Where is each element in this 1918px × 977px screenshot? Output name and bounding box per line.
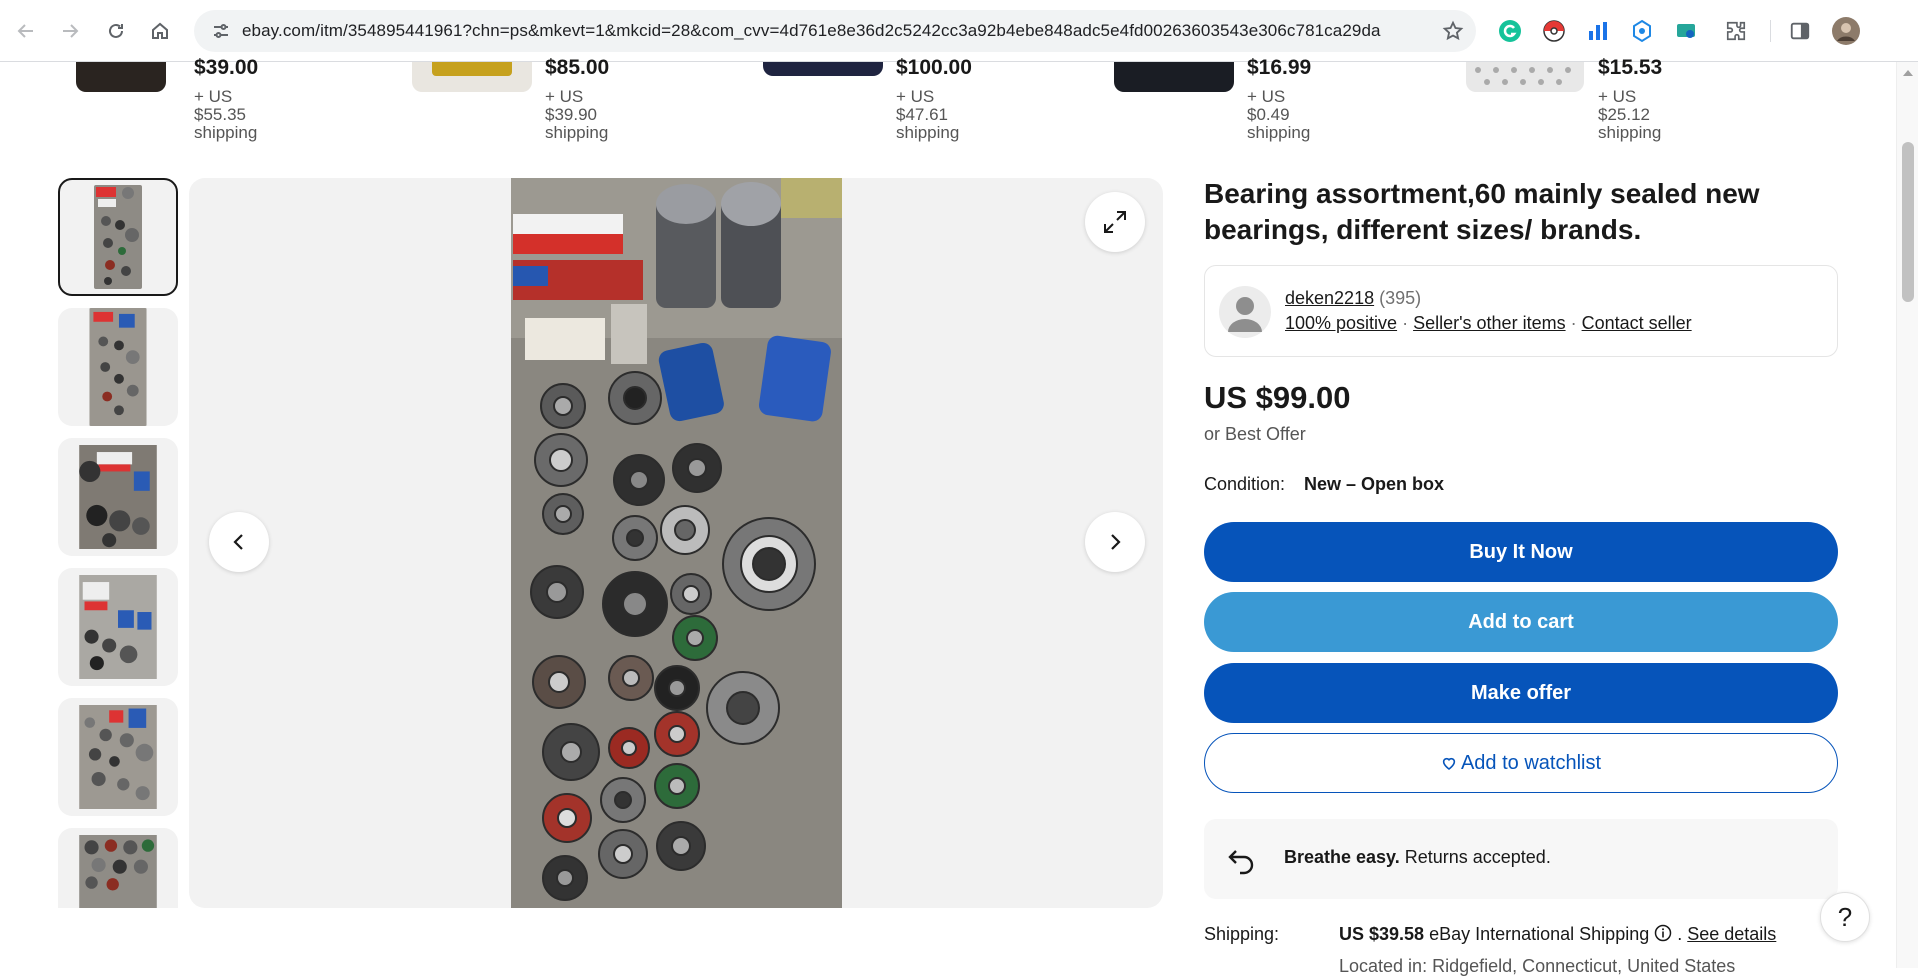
chevron-left-icon: [233, 534, 243, 550]
expand-icon: [1104, 211, 1126, 233]
seller-feedback-count: (395): [1379, 288, 1422, 308]
shipping-amount: US $39.58: [1339, 924, 1425, 944]
condition-value: New – Open box: [1304, 474, 1445, 494]
thumbnail[interactable]: [58, 828, 178, 908]
browser-toolbar: ebay.com/itm/354895441961?chn=ps&mkevt=1…: [0, 0, 1918, 62]
similar-item-price: $16.99: [1247, 56, 1312, 79]
similar-item-image[interactable]: [1114, 62, 1234, 92]
home-icon: [152, 22, 168, 39]
buy-it-now-button[interactable]: Buy It Now: [1204, 522, 1838, 582]
thumbnail-image: [79, 705, 157, 809]
thumbnail[interactable]: [58, 178, 178, 296]
scroll-up-arrow-icon[interactable]: [1903, 70, 1913, 76]
grammarly-extension-icon[interactable]: [1494, 15, 1526, 47]
image-viewer: [189, 178, 1163, 908]
similar-item-shipping: + US $55.35 shipping: [194, 87, 258, 142]
similar-item-shipping: + US $39.90 shipping: [545, 87, 609, 142]
chevron-right-icon: [1111, 534, 1121, 550]
add-to-cart-button[interactable]: Add to cart: [1204, 592, 1838, 652]
similar-item-image[interactable]: [412, 62, 532, 92]
thumbnail-image: [79, 575, 157, 679]
returns-text: Breathe easy. Returns accepted.: [1284, 847, 1551, 868]
reload-icon: [109, 23, 123, 38]
pokeball-extension-icon[interactable]: [1538, 15, 1570, 47]
contact-seller-link[interactable]: Contact seller: [1582, 313, 1692, 333]
back-button[interactable]: [6, 11, 46, 51]
scrollbar-thumb[interactable]: [1902, 142, 1914, 302]
shipping-label: Shipping:: [1204, 924, 1280, 944]
screen-extension-icon[interactable]: [1670, 15, 1702, 47]
toolbar-divider: [1770, 20, 1771, 42]
thumbnail-image: [89, 308, 147, 426]
page-scrollbar[interactable]: [1896, 62, 1918, 968]
side-panel-icon[interactable]: [1784, 15, 1816, 47]
main-product-image[interactable]: [511, 178, 842, 908]
expand-image-button[interactable]: [1085, 192, 1145, 252]
analytics-extension-icon[interactable]: [1582, 15, 1614, 47]
similar-item-shipping: + US $25.12 shipping: [1598, 87, 1662, 142]
shipping-method: eBay International Shipping: [1424, 924, 1655, 944]
returns-banner: Breathe easy. Returns accepted.: [1204, 819, 1838, 899]
add-to-watchlist-button[interactable]: Add to watchlist: [1204, 733, 1838, 793]
bookmark-star-icon[interactable]: [1430, 20, 1476, 42]
help-button[interactable]: ?: [1820, 892, 1870, 942]
home-button[interactable]: [140, 11, 180, 51]
heart-icon: [1442, 757, 1456, 770]
item-price: US $99.00: [1204, 380, 1351, 415]
item-location: Located in: Ridgefield, Connecticut, Uni…: [1339, 956, 1736, 976]
add-to-watchlist-label: Add to watchlist: [1460, 751, 1602, 774]
thumbnail-list: [58, 178, 180, 908]
thumbnail-image: [79, 445, 157, 549]
seller-links: 100% positive · Seller's other items · Conta…: [1285, 313, 1692, 334]
return-arrow-icon: [1228, 850, 1254, 875]
next-image-button[interactable]: [1085, 512, 1145, 572]
profile-avatar[interactable]: [1830, 15, 1862, 47]
forward-arrow-icon: [63, 24, 79, 38]
thumbnail-image: [94, 185, 142, 289]
thumbnail[interactable]: [58, 568, 178, 686]
thumbnail[interactable]: [58, 698, 178, 816]
info-icon[interactable]: [1654, 924, 1672, 942]
shipping-value: US $39.58 eBay International Shipping . …: [1339, 924, 1776, 945]
address-bar[interactable]: ebay.com/itm/354895441961?chn=ps&mkevt=1…: [194, 10, 1476, 52]
similar-item-image[interactable]: [763, 62, 883, 76]
see-details-link[interactable]: See details: [1687, 924, 1776, 944]
reload-button[interactable]: [96, 11, 136, 51]
seller-other-items-link[interactable]: Seller's other items: [1413, 313, 1566, 333]
best-offer-text: or Best Offer: [1204, 424, 1306, 444]
url-text[interactable]: ebay.com/itm/354895441961?chn=ps&mkevt=1…: [242, 21, 1430, 41]
thumbnail[interactable]: [58, 308, 178, 426]
thumbnail-image: [79, 835, 157, 908]
site-info-icon[interactable]: [200, 10, 242, 52]
period: .: [1672, 924, 1688, 944]
back-arrow-icon: [17, 24, 33, 38]
similar-items-strip: $39.00 + US $55.35 shipping $85.00 + US $…: [0, 56, 1896, 142]
seller-name-row: deken2218 (395): [1285, 288, 1421, 309]
seller-avatar[interactable]: [1219, 286, 1271, 338]
listing-title: Bearing assortment,60 mainly sealed new …: [1204, 178, 1760, 245]
separator-dot: ·: [1402, 313, 1409, 333]
similar-item-shipping: + US $47.61 shipping: [896, 87, 960, 142]
extensions-puzzle-icon[interactable]: [1720, 15, 1752, 47]
similar-item-price: $39.00: [194, 56, 259, 79]
similar-item-price: $85.00: [545, 56, 610, 79]
ai-extension-icon[interactable]: [1626, 15, 1658, 47]
seller-name-link[interactable]: deken2218: [1285, 288, 1374, 308]
returns-bold-text: Breathe easy.: [1284, 847, 1400, 867]
similar-item-image[interactable]: [76, 62, 166, 92]
make-offer-button[interactable]: Make offer: [1204, 663, 1838, 723]
separator-dot: ·: [1570, 313, 1577, 333]
returns-rest-text: Returns accepted.: [1399, 847, 1551, 867]
seller-card: deken2218 (395) 100% positive · Seller's o…: [1204, 265, 1838, 357]
similar-item-image[interactable]: [1466, 62, 1584, 92]
forward-button[interactable]: [50, 11, 90, 51]
similar-item-shipping: + US $0.49 shipping: [1247, 87, 1311, 142]
condition-label: Condition:: [1204, 474, 1286, 494]
previous-image-button[interactable]: [209, 512, 269, 572]
seller-positive-link[interactable]: 100% positive: [1285, 313, 1397, 333]
similar-item-price: $15.53: [1598, 56, 1663, 79]
similar-item-price: $100.00: [896, 56, 972, 79]
thumbnail[interactable]: [58, 438, 178, 556]
